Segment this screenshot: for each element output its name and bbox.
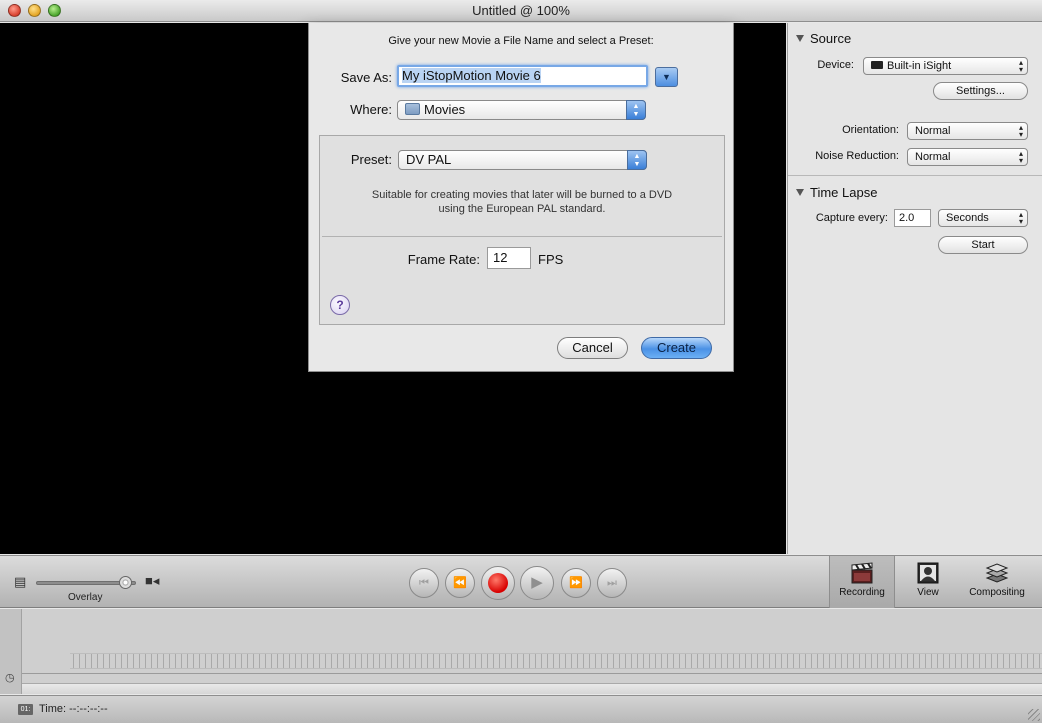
view-mode-label: View	[917, 587, 939, 598]
settings-button[interactable]: Settings...	[933, 82, 1028, 100]
portrait-icon	[917, 562, 939, 584]
popup-arrows-icon: ▴ ▾	[1018, 149, 1023, 165]
device-popup[interactable]: Built-in iSight ▴ ▾	[863, 57, 1028, 75]
orientation-value: Normal	[915, 125, 951, 137]
frame-strip[interactable]	[70, 653, 1042, 669]
layers-icon	[985, 563, 1009, 583]
clapperboard-icon	[851, 562, 873, 584]
noise-reduction-value: Normal	[915, 151, 951, 163]
disclosure-triangle-icon	[796, 35, 804, 42]
record-icon	[488, 573, 508, 593]
film-strip-icon: ▤	[14, 574, 27, 589]
where-popup[interactable]: Movies ▲ ▼	[397, 100, 646, 120]
resize-grip-icon[interactable]	[1028, 709, 1040, 721]
inspector-panel: Source Device: Built-in iSight ▴ ▾ Settin…	[787, 23, 1042, 554]
where-value: Movies	[424, 102, 466, 117]
recording-mode-button[interactable]: Recording	[829, 556, 895, 608]
fast-forward-button[interactable]: ⏩	[561, 568, 591, 598]
skip-to-start-button[interactable]: ⏮	[409, 568, 439, 598]
help-button[interactable]: ?	[330, 295, 350, 315]
save-as-label: Save As:	[340, 70, 392, 85]
overlay-label: Overlay	[68, 592, 103, 603]
save-as-input[interactable]: My iStopMotion Movie 6	[397, 65, 648, 87]
frame-rate-input[interactable]: 12	[487, 247, 531, 269]
timecode-icon: 01:	[18, 704, 33, 715]
timeline[interactable]: ◷	[0, 609, 1042, 694]
title-bar: Untitled @ 100%	[0, 0, 1042, 22]
view-mode-button[interactable]: View	[900, 556, 956, 608]
timeline-scrub-track[interactable]	[22, 683, 1042, 694]
timeline-divider	[22, 673, 1042, 674]
preset-value: DV PAL	[406, 152, 452, 167]
time-readout: Time: --:--:--:--	[39, 703, 108, 715]
sheet-prompt: Give your new Movie a File Name and sele…	[388, 35, 654, 47]
play-button[interactable]: ▶	[520, 566, 554, 600]
preset-description-line1: Suitable for creating movies that later …	[371, 189, 673, 201]
start-time-lapse-button[interactable]: Start	[938, 236, 1028, 254]
disclosure-triangle-icon	[796, 189, 804, 196]
video-camera-icon: ■◂	[145, 573, 160, 588]
popup-arrows-icon: ▲ ▼	[626, 100, 646, 120]
status-bar: 01: Time: --:--:--:--	[0, 695, 1042, 723]
capture-unit-value: Seconds	[946, 212, 989, 224]
skip-to-end-button[interactable]: ⏭	[597, 568, 627, 598]
fast-forward-icon: ⏩	[569, 577, 583, 589]
create-button[interactable]: Create	[641, 337, 712, 359]
save-as-value: My iStopMotion Movie 6	[402, 68, 541, 83]
orientation-popup[interactable]: Normal ▴ ▾	[907, 122, 1028, 140]
popup-arrows-icon: ▴ ▾	[1018, 210, 1023, 226]
rewind-button[interactable]: ⏪	[445, 568, 475, 598]
timeline-gutter: ◷	[0, 609, 22, 694]
popup-arrows-icon: ▴ ▾	[1018, 123, 1023, 139]
overlay-slider-knob[interactable]	[119, 576, 132, 589]
preset-description-line2: using the European PAL standard.	[438, 203, 606, 215]
record-button[interactable]	[481, 566, 515, 600]
preset-panel: Preset: DV PAL ▲ ▼ Suitable for creating …	[319, 135, 725, 325]
device-value: Built-in iSight	[887, 60, 952, 72]
time-lapse-section-header[interactable]: Time Lapse	[796, 185, 877, 200]
recording-mode-label: Recording	[839, 587, 885, 598]
preset-label: Preset:	[350, 152, 392, 167]
source-section-header[interactable]: Source	[796, 31, 851, 46]
compositing-mode-label: Compositing	[969, 587, 1025, 598]
play-icon: ▶	[531, 574, 543, 591]
chevron-down-icon: ▼	[662, 72, 671, 82]
cancel-button[interactable]: Cancel	[557, 337, 628, 359]
popup-arrows-icon: ▴ ▾	[1018, 58, 1023, 74]
capture-unit-popup[interactable]: Seconds ▴ ▾	[938, 209, 1028, 227]
window-title: Untitled @ 100%	[472, 3, 570, 18]
source-header-label: Source	[810, 31, 852, 46]
rewind-icon: ⏪	[453, 577, 467, 589]
popup-arrows-icon: ▲ ▼	[627, 150, 647, 170]
preset-description: Suitable for creating movies that later …	[320, 188, 724, 216]
folder-icon	[405, 103, 420, 115]
frame-rate-label: Frame Rate:	[407, 252, 480, 267]
camera-icon	[871, 61, 883, 69]
device-label: Device:	[817, 59, 854, 71]
skip-to-start-icon: ⏮	[419, 577, 429, 589]
capture-interval-input[interactable]: 2.0	[894, 209, 931, 227]
new-movie-sheet: Give your new Movie a File Name and sele…	[308, 23, 734, 372]
skip-to-end-icon: ⏭	[607, 577, 617, 589]
clock-icon: ◷	[5, 672, 15, 684]
panel-divider	[322, 236, 722, 237]
expand-browser-button[interactable]: ▼	[655, 67, 678, 87]
orientation-label: Orientation:	[842, 124, 899, 136]
section-divider	[788, 175, 1042, 176]
fps-unit-label: FPS	[538, 252, 564, 267]
bottom-toolbar: ▤ Overlay ■◂ ⏮ ⏪ ▶ ⏩ ⏭ Recording View Co…	[0, 555, 1042, 608]
capture-every-label: Capture every:	[815, 212, 888, 224]
time-lapse-header-label: Time Lapse	[810, 185, 878, 200]
noise-reduction-label: Noise Reduction:	[815, 150, 899, 162]
preset-popup[interactable]: DV PAL ▲ ▼	[398, 150, 647, 170]
where-label: Where:	[350, 102, 392, 117]
noise-reduction-popup[interactable]: Normal ▴ ▾	[907, 148, 1028, 166]
compositing-mode-button[interactable]: Compositing	[960, 556, 1034, 608]
